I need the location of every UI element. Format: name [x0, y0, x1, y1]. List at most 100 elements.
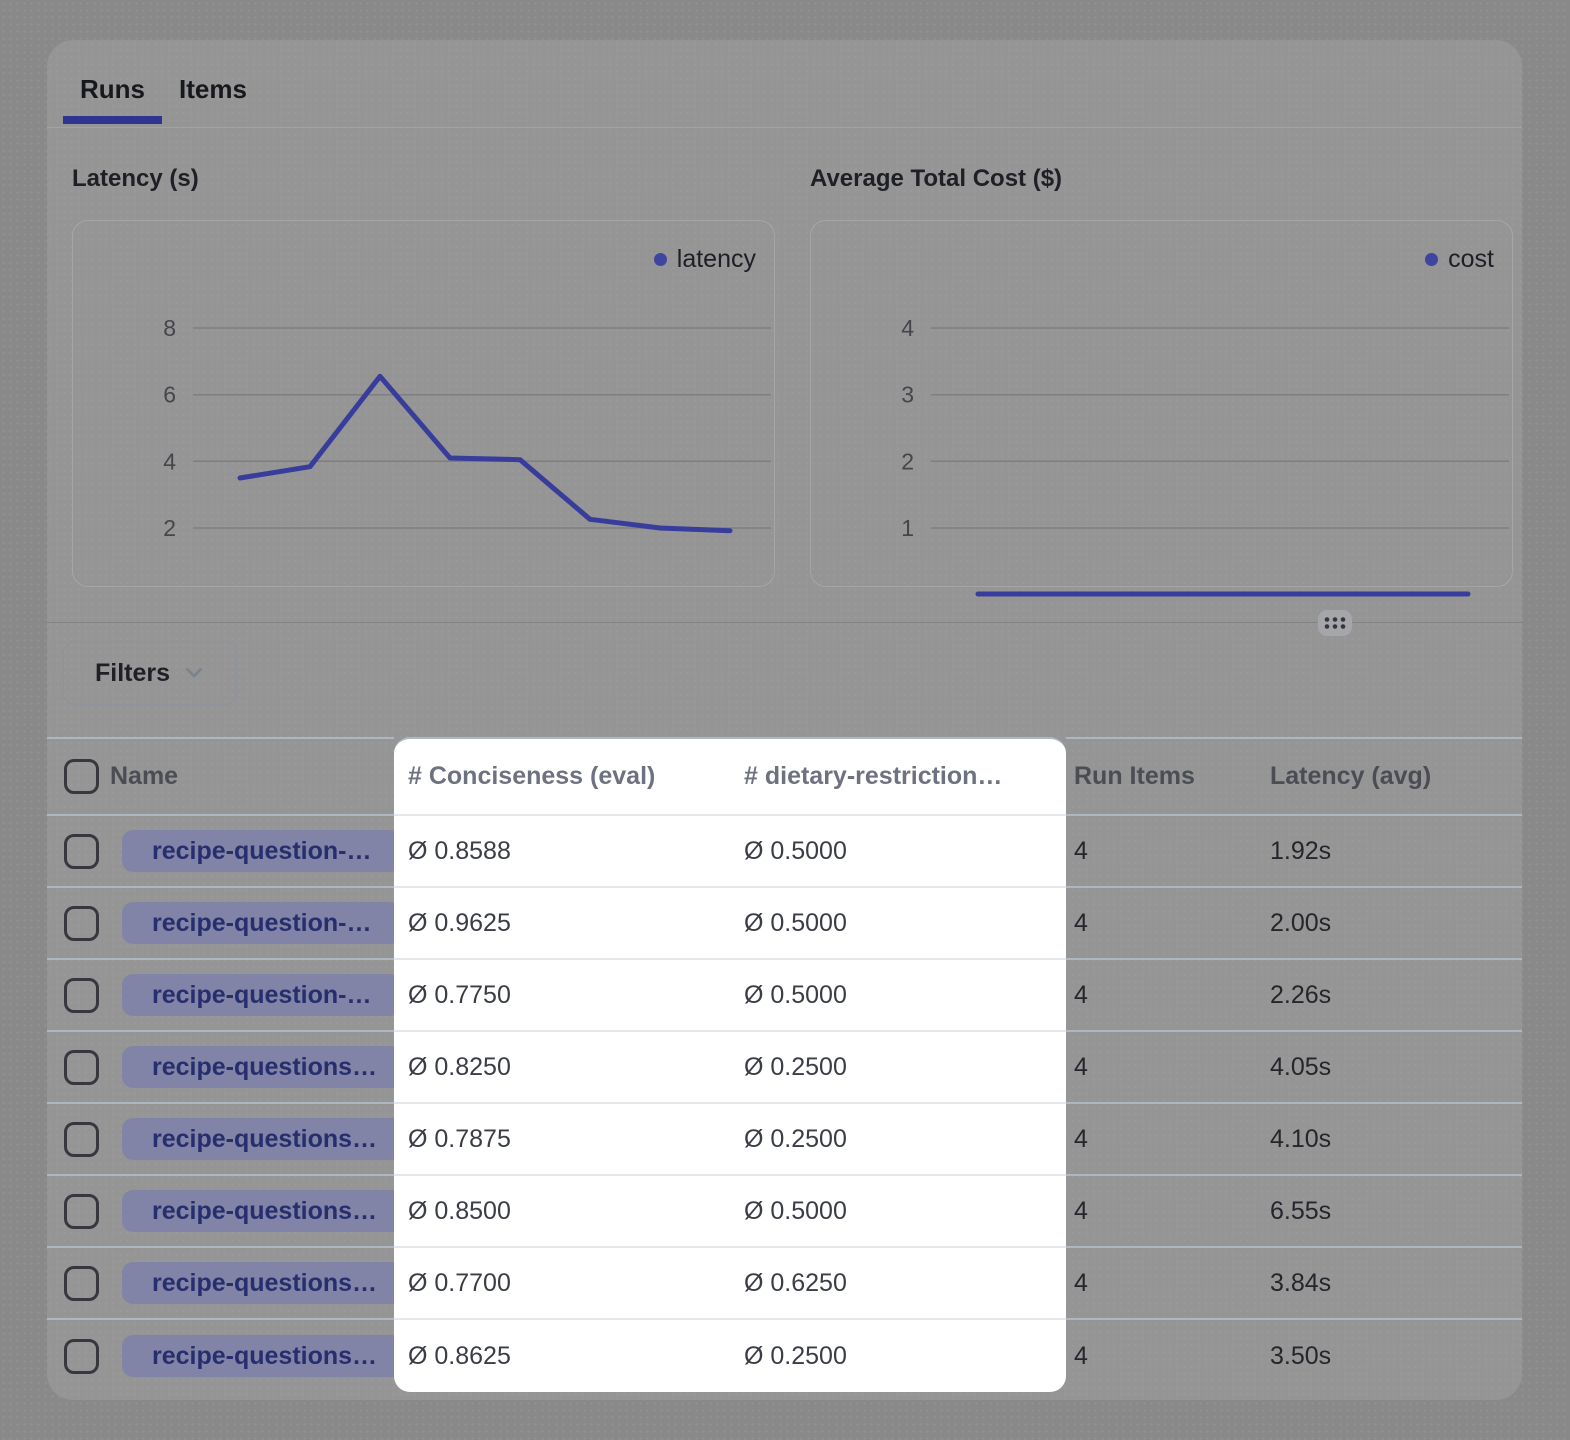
row-select-cell [47, 816, 110, 888]
row-select-cell [47, 1032, 110, 1104]
latency-chart: 2468 latency [72, 220, 775, 587]
table-row: recipe-questions… Ø 0.8250 Ø 0.2500 4 4.… [47, 1032, 1522, 1104]
tab-runs[interactable]: Runs [63, 70, 162, 127]
dietary-restriction-score-cell: Ø 0.2500 [730, 1320, 1066, 1392]
dietary-restriction-score-cell: Ø 0.5000 [730, 816, 1066, 888]
select-all-checkbox[interactable] [64, 759, 99, 794]
svg-text:4: 4 [901, 315, 914, 341]
latency-avg-cell: 2.00s [1262, 888, 1522, 960]
run-items-cell: 4 [1066, 1248, 1262, 1320]
dietary-restriction-score-cell: Ø 0.6250 [730, 1248, 1066, 1320]
charts-row: Latency (s) 2468 latency Average Total C… [47, 128, 1522, 587]
conciseness-score-cell: Ø 0.8588 [394, 816, 730, 888]
run-items-cell: 4 [1066, 888, 1262, 960]
dietary-restriction-score-cell: Ø 0.5000 [730, 888, 1066, 960]
latency-avg-cell: 3.84s [1262, 1248, 1522, 1320]
run-name-cell: recipe-question-… [110, 816, 394, 888]
resize-drag-handle[interactable] [1318, 610, 1352, 636]
run-name-badge[interactable]: recipe-question-… [122, 902, 401, 944]
runs-table: Name # Conciseness (eval) # dietary-rest… [47, 737, 1522, 1392]
conciseness-score-cell: Ø 0.9625 [394, 888, 730, 960]
run-name-cell: recipe-questions… [110, 1032, 394, 1104]
latency-avg-cell: 2.26s [1262, 960, 1522, 1032]
latency-legend-label: latency [677, 245, 756, 274]
svg-text:2: 2 [901, 448, 914, 474]
table-row: recipe-questions… Ø 0.7875 Ø 0.2500 4 4.… [47, 1104, 1522, 1176]
run-name-cell: recipe-questions… [110, 1248, 394, 1320]
table-header-row: Name # Conciseness (eval) # dietary-rest… [47, 737, 1522, 816]
table-row: recipe-question-… Ø 0.9625 Ø 0.5000 4 2.… [47, 888, 1522, 960]
row-select-cell [47, 1248, 110, 1320]
svg-text:4: 4 [163, 448, 176, 474]
column-header-dietary-restriction: # dietary-restriction… [730, 737, 1066, 816]
row-checkbox[interactable] [64, 1194, 99, 1229]
run-items-cell: 4 [1066, 1176, 1262, 1248]
conciseness-score-cell: Ø 0.8625 [394, 1320, 730, 1392]
row-checkbox[interactable] [64, 1339, 99, 1374]
active-tab-underline [63, 116, 162, 124]
filters-button-label: Filters [95, 659, 170, 688]
run-name-cell: recipe-questions… [110, 1176, 394, 1248]
filters-row: Filters [63, 641, 1522, 705]
cost-legend-dot-icon [1425, 253, 1438, 266]
svg-text:8: 8 [163, 315, 176, 341]
run-items-cell: 4 [1066, 1104, 1262, 1176]
cost-chart-block: Average Total Cost ($) 1234 cost [810, 164, 1513, 587]
table-row: recipe-question-… Ø 0.7750 Ø 0.5000 4 2.… [47, 960, 1522, 1032]
conciseness-score-cell: Ø 0.8250 [394, 1032, 730, 1104]
run-name-badge[interactable]: recipe-question-… [122, 974, 401, 1016]
cost-legend: cost [1425, 245, 1494, 274]
latency-avg-cell: 4.05s [1262, 1032, 1522, 1104]
row-select-cell [47, 960, 110, 1032]
latency-chart-title: Latency (s) [72, 164, 775, 193]
svg-text:6: 6 [163, 382, 176, 408]
table-row: recipe-questions… Ø 0.8625 Ø 0.2500 4 3.… [47, 1320, 1522, 1392]
table-header: Name # Conciseness (eval) # dietary-rest… [47, 737, 1522, 816]
latency-line-chart: 2468 [73, 221, 776, 588]
svg-text:3: 3 [901, 382, 914, 408]
row-select-cell [47, 1176, 110, 1248]
section-divider [47, 622, 1522, 623]
tab-items-label: Items [179, 74, 247, 104]
tab-bar: Runs Items [47, 40, 1522, 128]
latency-legend-dot-icon [654, 253, 667, 266]
row-checkbox[interactable] [64, 1266, 99, 1301]
main-panel: Runs Items Latency (s) 2468 latency Aver… [47, 40, 1522, 1400]
row-checkbox[interactable] [64, 1122, 99, 1157]
run-name-badge[interactable]: recipe-questions… [122, 1190, 407, 1232]
column-header-name: Name [110, 737, 394, 816]
run-name-badge[interactable]: recipe-questions… [122, 1046, 407, 1088]
run-items-cell: 4 [1066, 960, 1262, 1032]
row-checkbox[interactable] [64, 834, 99, 869]
run-name-badge[interactable]: recipe-questions… [122, 1118, 407, 1160]
run-name-cell: recipe-questions… [110, 1320, 394, 1392]
dietary-restriction-score-cell: Ø 0.5000 [730, 960, 1066, 1032]
latency-avg-cell: 1.92s [1262, 816, 1522, 888]
cost-legend-label: cost [1448, 245, 1494, 274]
column-header-latency-avg: Latency (avg) [1262, 737, 1522, 816]
run-name-badge[interactable]: recipe-questions… [122, 1262, 407, 1304]
row-checkbox[interactable] [64, 1050, 99, 1085]
run-name-badge[interactable]: recipe-question-… [122, 830, 401, 872]
table-body: recipe-question-… Ø 0.8588 Ø 0.5000 4 1.… [47, 816, 1522, 1392]
column-header-conciseness: # Conciseness (eval) [394, 737, 730, 816]
latency-avg-cell: 4.10s [1262, 1104, 1522, 1176]
latency-avg-cell: 6.55s [1262, 1176, 1522, 1248]
run-name-badge[interactable]: recipe-questions… [122, 1335, 407, 1377]
chevron-down-icon [183, 662, 205, 684]
row-select-cell [47, 888, 110, 960]
table-row: recipe-questions… Ø 0.8500 Ø 0.5000 4 6.… [47, 1176, 1522, 1248]
select-all-cell [47, 737, 110, 816]
filters-button[interactable]: Filters [63, 641, 237, 705]
run-items-cell: 4 [1066, 1032, 1262, 1104]
row-checkbox[interactable] [64, 906, 99, 941]
row-checkbox[interactable] [64, 978, 99, 1013]
dietary-restriction-score-cell: Ø 0.5000 [730, 1176, 1066, 1248]
dietary-restriction-score-cell: Ø 0.2500 [730, 1032, 1066, 1104]
latency-legend: latency [654, 245, 756, 274]
tab-runs-label: Runs [80, 74, 145, 104]
dietary-restriction-score-cell: Ø 0.2500 [730, 1104, 1066, 1176]
tab-items[interactable]: Items [162, 70, 264, 127]
run-name-cell: recipe-questions… [110, 1104, 394, 1176]
grip-dots-icon [1324, 616, 1346, 630]
